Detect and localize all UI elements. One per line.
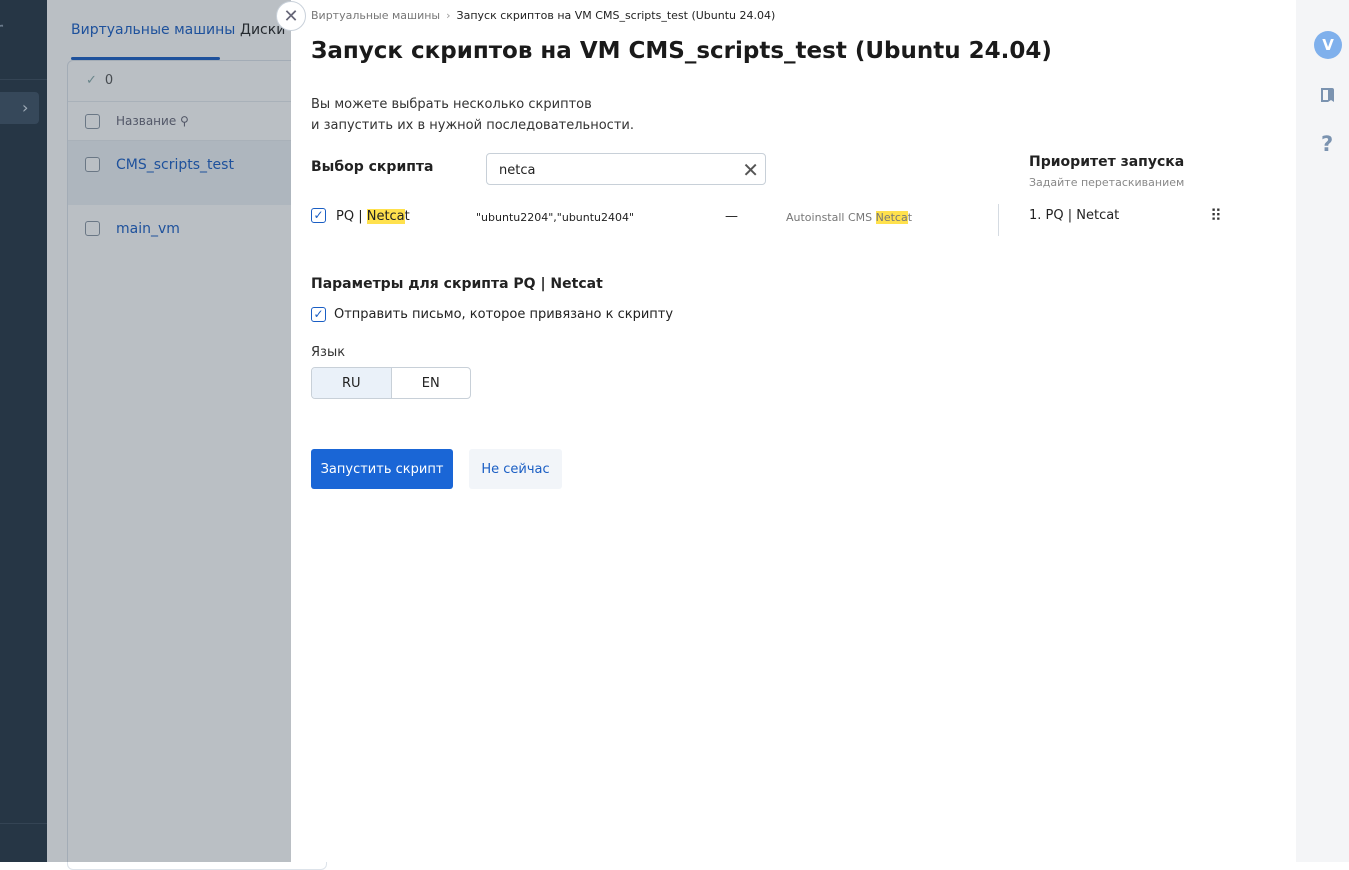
script-description: Autoinstall CMS Netcat — [786, 211, 913, 224]
right-rail: V ? — [1296, 0, 1349, 862]
breadcrumb: Виртуальные машины › Запуск скриптов на VM… — [311, 9, 775, 22]
script-os-list: "ubuntu2204","ubuntu2404" — [476, 211, 635, 224]
script-name: PQ | Netcat — [336, 209, 410, 224]
script-dash: — — [725, 209, 738, 224]
column-divider — [998, 204, 999, 236]
breadcrumb-separator-icon: › — [446, 9, 451, 22]
script-select-label: Выбор скрипта — [311, 159, 434, 175]
run-scripts-drawer: Виртуальные машины › Запуск скриптов на VM… — [291, 0, 1296, 862]
language-selector: RU EN — [311, 367, 471, 399]
breadcrumb-current: Запуск скриптов на VM CMS_scripts_test (… — [456, 9, 776, 22]
description: Вы можете выбрать несколько скриптов и з… — [311, 97, 634, 133]
modal-overlay[interactable] — [0, 0, 291, 862]
language-option-ru[interactable]: RU — [312, 368, 391, 398]
script-search-field[interactable]: ✕ — [486, 153, 766, 185]
close-icon[interactable]: ✕ — [276, 1, 306, 31]
page-title: Запуск скриптов на VM CMS_scripts_test (… — [311, 38, 1052, 64]
help-icon[interactable]: ? — [1321, 132, 1333, 156]
priority-title: Приоритет запуска — [1029, 154, 1185, 170]
language-option-en[interactable]: EN — [390, 368, 471, 398]
book-icon[interactable] — [1319, 86, 1337, 104]
run-script-button[interactable]: Запустить скрипт — [311, 449, 453, 489]
drag-handle-icon[interactable]: ⠿ — [1210, 208, 1222, 224]
clear-icon[interactable]: ✕ — [742, 158, 759, 182]
params-title: Параметры для скрипта PQ | Netcat — [311, 276, 603, 292]
avatar[interactable]: V — [1314, 31, 1342, 59]
email-checkbox[interactable]: ✓ — [311, 307, 326, 322]
script-search-input[interactable] — [499, 160, 729, 180]
not-now-button[interactable]: Не сейчас — [469, 449, 562, 489]
priority-item[interactable]: 1. PQ | Netcat — [1029, 208, 1119, 223]
email-label[interactable]: Отправить письмо, которое привязано к ск… — [334, 307, 673, 322]
language-label: Язык — [311, 345, 346, 360]
priority-hint: Задайте перетаскиванием — [1029, 176, 1185, 189]
breadcrumb-parent[interactable]: Виртуальные машины — [311, 9, 440, 22]
script-checkbox[interactable]: ✓ — [311, 208, 326, 223]
